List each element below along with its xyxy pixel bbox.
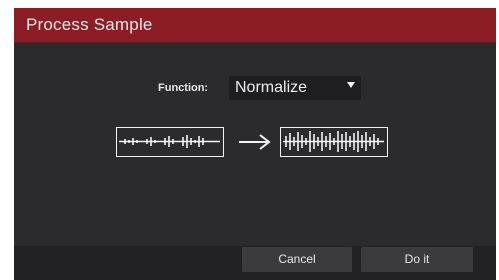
- normalized-waveform-icon: [280, 127, 388, 157]
- function-dropdown-value: Normalize: [235, 79, 308, 96]
- function-dropdown[interactable]: Normalize: [229, 76, 361, 100]
- waveform-icon: [116, 127, 224, 157]
- dialog-titlebar: Process Sample: [14, 8, 496, 43]
- dropdown-arrow-icon: [347, 82, 355, 88]
- process-sample-dialog: Process Sample Function: Normalize: [14, 8, 496, 280]
- dialog-title: Process Sample: [26, 15, 153, 34]
- function-row: Function: Normalize: [14, 76, 496, 102]
- process-illustration: [116, 124, 396, 160]
- cancel-button[interactable]: Cancel: [242, 247, 352, 272]
- function-label: Function:: [158, 82, 209, 94]
- right-arrow-icon: [239, 134, 271, 150]
- do-it-button[interactable]: Do it: [361, 247, 473, 272]
